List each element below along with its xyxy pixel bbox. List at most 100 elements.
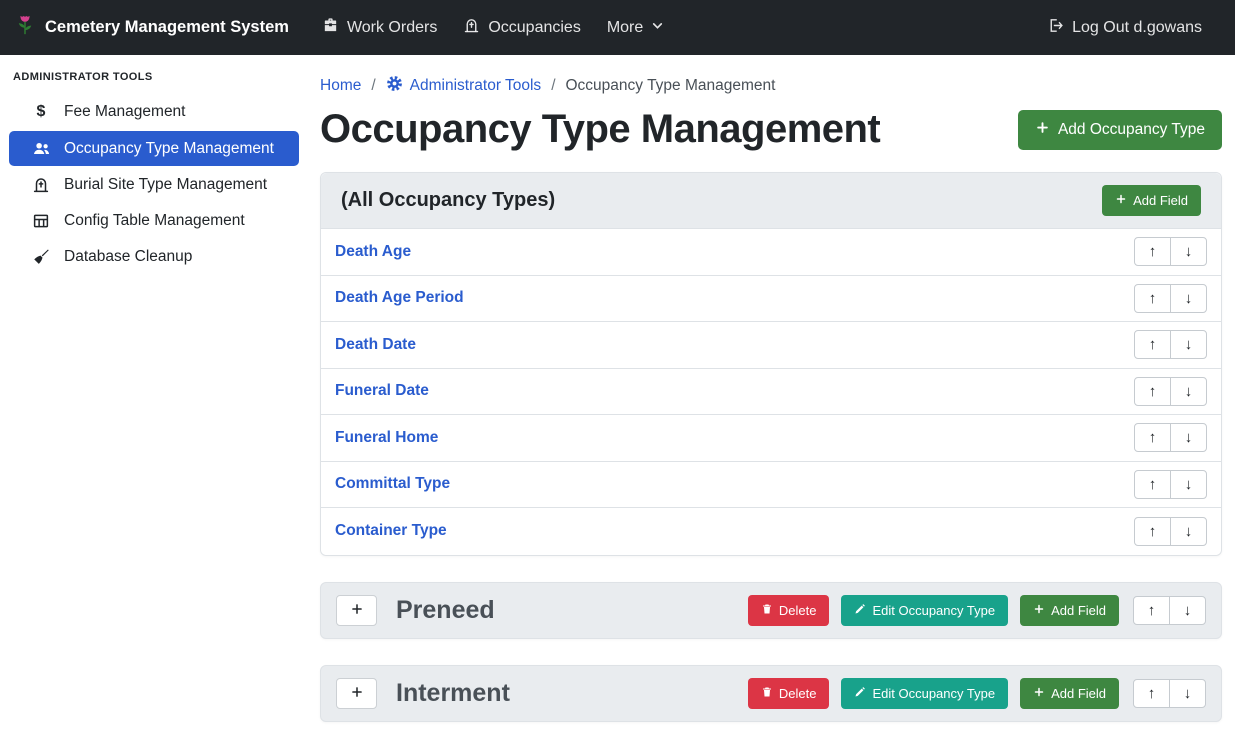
edit-occupancy-type-button[interactable]: Edit Occupancy Type (841, 678, 1008, 709)
arrow-up-icon: ↑ (1149, 290, 1157, 307)
plus-icon (350, 685, 364, 702)
move-up-button[interactable]: ↑ (1134, 237, 1171, 266)
move-down-button[interactable]: ↓ (1170, 470, 1207, 499)
section-interment: Interment Delete Edit Occupancy Type Add… (320, 665, 1222, 722)
tombstone-icon (30, 176, 52, 194)
reorder-controls: ↑ ↓ (1134, 423, 1207, 452)
move-down-button[interactable]: ↓ (1170, 423, 1207, 452)
field-link[interactable]: Death Age Period (335, 289, 464, 307)
sidebar-item-label: Fee Management (64, 103, 186, 121)
top-navbar: Cemetery Management System Work Orders O… (0, 0, 1235, 55)
field-row: Death Age Period ↑ ↓ (321, 276, 1221, 323)
expand-button[interactable] (336, 595, 377, 626)
move-up-button[interactable]: ↑ (1134, 470, 1171, 499)
sidebar-item-database-cleanup[interactable]: Database Cleanup (9, 240, 299, 274)
table-icon (30, 212, 52, 230)
move-up-button[interactable]: ↑ (1133, 596, 1170, 625)
field-link[interactable]: Death Date (335, 336, 416, 354)
add-field-button[interactable]: Add Field (1102, 185, 1201, 216)
reorder-controls: ↑ ↓ (1134, 517, 1207, 546)
move-up-button[interactable]: ↑ (1134, 517, 1171, 546)
nav-occupancies[interactable]: Occupancies (450, 0, 594, 55)
reorder-controls: ↑ ↓ (1133, 596, 1206, 625)
add-field-label: Add Field (1051, 686, 1106, 701)
logout-link[interactable]: Log Out d.gowans (1034, 0, 1215, 55)
field-row: Death Age ↑ ↓ (321, 229, 1221, 276)
plus-icon (350, 602, 364, 619)
add-occupancy-type-label: Add Occupancy Type (1058, 121, 1205, 139)
add-field-label: Add Field (1051, 603, 1106, 618)
app-brand[interactable]: Cemetery Management System (14, 14, 289, 41)
move-down-button[interactable]: ↓ (1169, 679, 1206, 708)
arrow-down-icon: ↓ (1184, 602, 1192, 619)
page-title: Occupancy Type Management (320, 107, 880, 152)
move-down-button[interactable]: ↓ (1170, 330, 1207, 359)
nav-work-orders[interactable]: Work Orders (309, 0, 450, 55)
move-up-button[interactable]: ↑ (1134, 330, 1171, 359)
arrow-up-icon: ↑ (1149, 243, 1157, 260)
delete-label: Delete (779, 686, 817, 701)
logout-label: Log Out d.gowans (1072, 19, 1202, 37)
reorder-controls: ↑ ↓ (1133, 679, 1206, 708)
gear-icon (386, 75, 403, 97)
field-link[interactable]: Committal Type (335, 475, 450, 493)
move-up-button[interactable]: ↑ (1133, 679, 1170, 708)
sidebar-item-occupancy-type-management[interactable]: Occupancy Type Management (9, 131, 299, 166)
pencil-icon (854, 686, 866, 701)
nav-item-label: Occupancies (488, 19, 581, 37)
move-down-button[interactable]: ↓ (1169, 596, 1206, 625)
nav-item-label: Work Orders (347, 19, 437, 37)
broom-icon (30, 248, 52, 266)
field-row: Funeral Date ↑ ↓ (321, 369, 1221, 416)
move-down-button[interactable]: ↓ (1170, 517, 1207, 546)
arrow-down-icon: ↓ (1185, 476, 1193, 493)
flower-icon (14, 14, 36, 41)
trash-icon (761, 686, 773, 701)
edit-occupancy-type-label: Edit Occupancy Type (872, 686, 995, 701)
arrow-down-icon: ↓ (1185, 523, 1193, 540)
field-link[interactable]: Funeral Home (335, 429, 438, 447)
breadcrumb-home[interactable]: Home (320, 77, 361, 95)
reorder-controls: ↑ ↓ (1134, 330, 1207, 359)
main-content: Home / Administrator Tools / Occupancy T… (308, 55, 1235, 738)
delete-button[interactable]: Delete (748, 595, 830, 626)
breadcrumb-current: Occupancy Type Management (566, 77, 776, 95)
sidebar-item-fee-management[interactable]: $ Fee Management (9, 95, 299, 129)
reorder-controls: ↑ ↓ (1134, 377, 1207, 406)
field-link[interactable]: Death Age (335, 243, 411, 261)
sidebar-item-config-table-management[interactable]: Config Table Management (9, 204, 299, 238)
move-up-button[interactable]: ↑ (1134, 377, 1171, 406)
add-field-button[interactable]: Add Field (1020, 595, 1119, 626)
plus-icon (1115, 193, 1127, 208)
breadcrumb: Home / Administrator Tools / Occupancy T… (320, 75, 1222, 97)
plus-icon (1033, 686, 1045, 701)
move-down-button[interactable]: ↓ (1170, 237, 1207, 266)
expand-button[interactable] (336, 678, 377, 709)
dollar-icon: $ (30, 103, 52, 121)
field-row: Container Type ↑ ↓ (321, 508, 1221, 555)
nav-more[interactable]: More (594, 0, 677, 55)
delete-button[interactable]: Delete (748, 678, 830, 709)
arrow-up-icon: ↑ (1149, 429, 1157, 446)
arrow-up-icon: ↑ (1149, 336, 1157, 353)
edit-occupancy-type-button[interactable]: Edit Occupancy Type (841, 595, 1008, 626)
move-up-button[interactable]: ↑ (1134, 284, 1171, 313)
add-occupancy-type-button[interactable]: Add Occupancy Type (1018, 110, 1222, 150)
sidebar-item-burial-site-type-management[interactable]: Burial Site Type Management (9, 168, 299, 202)
move-down-button[interactable]: ↓ (1170, 377, 1207, 406)
breadcrumb-separator: / (541, 77, 565, 95)
arrow-up-icon: ↑ (1148, 685, 1156, 702)
app-title: Cemetery Management System (45, 18, 289, 37)
nav-item-label: More (607, 19, 643, 37)
section-title: Interment (396, 679, 510, 708)
move-down-button[interactable]: ↓ (1170, 284, 1207, 313)
breadcrumb-admin-tools[interactable]: Administrator Tools (386, 75, 542, 97)
all-occupancy-types-card: (All Occupancy Types) Add Field Death Ag… (320, 172, 1222, 556)
reorder-controls: ↑ ↓ (1134, 237, 1207, 266)
arrow-up-icon: ↑ (1149, 476, 1157, 493)
arrow-down-icon: ↓ (1185, 383, 1193, 400)
move-up-button[interactable]: ↑ (1134, 423, 1171, 452)
field-link[interactable]: Funeral Date (335, 382, 429, 400)
add-field-button[interactable]: Add Field (1020, 678, 1119, 709)
field-link[interactable]: Container Type (335, 522, 447, 540)
